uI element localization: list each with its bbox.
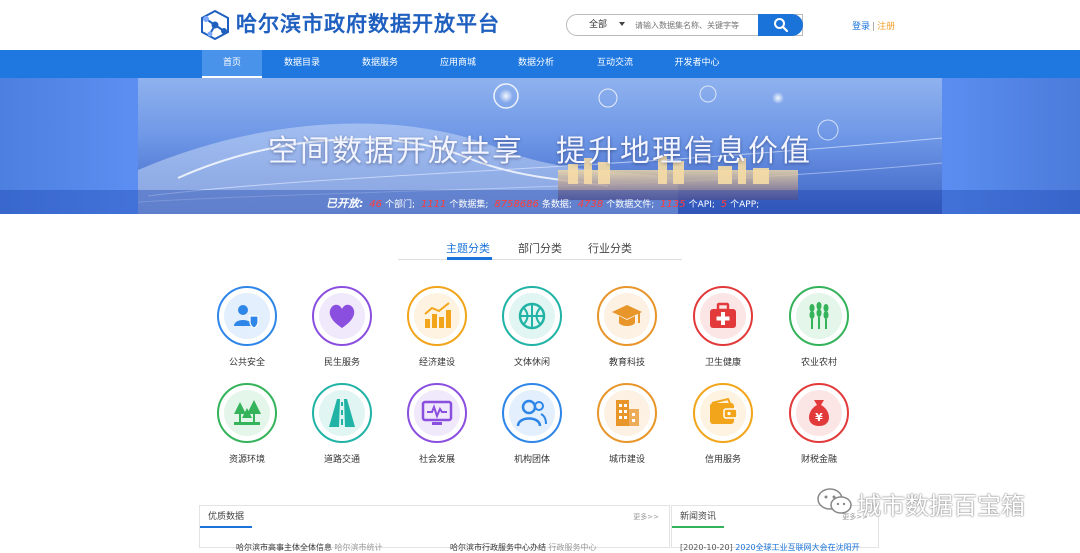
tab-theme[interactable]: 主题分类 (446, 240, 490, 256)
watermark-text: 城市数据百宝箱 (857, 492, 1025, 520)
road-icon (329, 399, 355, 427)
category-circle (502, 383, 562, 443)
stats-label: 已开放: (326, 197, 364, 210)
category-label: 社会发展 (418, 455, 455, 465)
panel-title: 优质数据 (200, 506, 253, 528)
category-circle (597, 383, 657, 443)
stat-records-value: 8758686 (494, 199, 539, 210)
monitor-icon (421, 400, 453, 425)
tab-department[interactable]: 部门分类 (518, 240, 562, 256)
nav-item-interaction[interactable]: 互动交流 (585, 50, 645, 78)
nav-item-home[interactable]: 首页 (202, 50, 262, 78)
trees-icon (234, 400, 261, 425)
login-link[interactable]: 登录 (852, 22, 870, 32)
buildings-icon (616, 400, 639, 426)
nav-item-data-analysis[interactable]: 数据分析 (506, 50, 566, 78)
auth-separator: | (872, 22, 876, 32)
stat-departments-unit: 个部门; (385, 200, 416, 210)
banner-title: 空间数据开放共享 提升地理信息价值 (268, 134, 812, 169)
panel-title: 新闻资讯 (672, 506, 725, 528)
nav-item-app-store[interactable]: 应用商城 (428, 50, 488, 78)
chevron-down-icon[interactable] (619, 22, 625, 26)
category-circle (217, 383, 277, 443)
search-icon (774, 18, 789, 33)
graduation-cap-icon (612, 305, 642, 326)
category-circle (217, 286, 277, 346)
stat-app-unit: 个APP; (730, 200, 760, 210)
stat-files-unit: 个数据文件; (606, 200, 655, 210)
category-label: 经济建设 (418, 358, 455, 368)
money-bag-icon: ¥ (809, 400, 829, 426)
category-circle: ¥ (789, 383, 849, 443)
category-circle (502, 286, 562, 346)
active-tab-underline (447, 257, 492, 260)
stat-records-unit: 条数据; (541, 200, 572, 210)
category-label: 公共安全 (228, 358, 265, 368)
category-label: 教育科技 (608, 358, 645, 368)
stat-datasets-unit: 个数据集; (449, 200, 489, 210)
category-circle (789, 286, 849, 346)
category-label: 农业农村 (800, 358, 837, 368)
search-button[interactable] (758, 14, 803, 36)
nav-item-data-catalog[interactable]: 数据目录 (272, 50, 332, 78)
stat-departments-value: 46 (369, 199, 383, 210)
category-label: 卫生健康 (704, 358, 741, 368)
stat-datasets-value: 1111 (420, 199, 447, 210)
category-label: 财税金融 (800, 455, 837, 465)
basketball-icon (518, 302, 546, 330)
stat-files-value: 4738 (577, 199, 604, 210)
main-nav: 首页 数据目录 数据服务 应用商城 数据分析 互动交流 开发者中心 (0, 50, 1080, 78)
category-label: 信用服务 (704, 455, 741, 465)
category-label: 资源环境 (228, 455, 265, 465)
watermark: 城市数据百宝箱 (815, 484, 1055, 520)
tab-industry[interactable]: 行业分类 (588, 240, 632, 256)
stat-api-value: 1135 (660, 199, 686, 210)
auth-links: 登录 | 注册 (852, 19, 895, 32)
wechat-icon (817, 488, 852, 514)
stats-line: 已开放: 46 个部门; 1111 个数据集; 8758686 条数据; 4738 个数… (326, 195, 759, 211)
category-circle (407, 286, 467, 346)
stats-bar: 已开放: 46 个部门; 1111 个数据集; 8758686 条数据; 4738 个数… (0, 190, 1080, 214)
category-circle (597, 286, 657, 346)
category-tabs: 主题分类 部门分类 行业分类 (398, 240, 682, 260)
category-circle (407, 383, 467, 443)
search-input[interactable] (635, 17, 755, 33)
heart-icon (329, 304, 355, 328)
quality-data-panel: 优质数据 更多>> 哈尔滨市高事主体全体信息 哈尔滨市统计 哈尔滨市行政服务中心… (199, 505, 670, 552)
header: 哈尔滨市政府数据开放平台 全部 登录|注册 (0, 0, 1080, 50)
category-label: 民生服务 (323, 358, 360, 368)
stat-app-value: 5 (720, 199, 728, 210)
category-circle (693, 286, 753, 346)
nav-item-developer[interactable]: 开发者中心 (667, 50, 727, 78)
medical-kit-icon (710, 302, 736, 328)
more-link[interactable]: 更多>> (633, 512, 659, 522)
svg-text:¥: ¥ (815, 411, 823, 424)
category-label: 文体休闲 (513, 358, 550, 368)
category-circle (312, 383, 372, 443)
category-label: 机构团体 (513, 455, 550, 465)
nav-item-data-service[interactable]: 数据服务 (350, 50, 410, 78)
stat-api-unit: 个API; (688, 200, 715, 210)
wallet-icon (710, 397, 738, 424)
bar-chart-icon (424, 302, 451, 328)
search-category-select[interactable]: 全部 (589, 15, 607, 35)
platform-logo-icon (201, 9, 229, 41)
category-label: 城市建设 (608, 455, 645, 465)
people-icon (516, 399, 547, 427)
category-label: 道路交通 (323, 455, 360, 465)
category-circle (693, 383, 753, 443)
wheat-icon (809, 302, 829, 329)
platform-title[interactable]: 哈尔滨市政府数据开放平台 (236, 9, 500, 39)
shield-person-icon (234, 305, 259, 329)
register-link[interactable]: 注册 (877, 22, 895, 32)
category-circle (312, 286, 372, 346)
